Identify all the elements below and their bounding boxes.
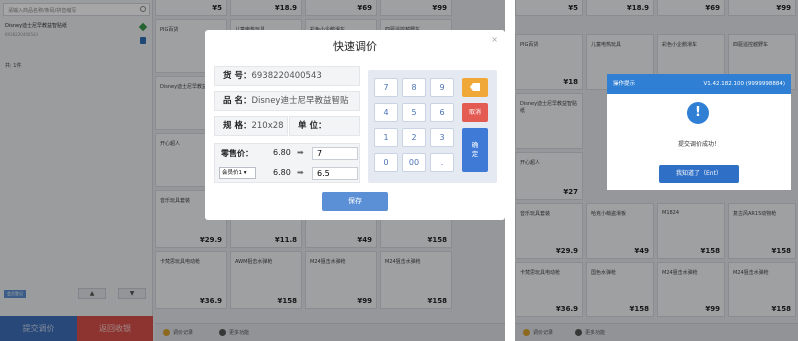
save-button[interactable]: 保存 xyxy=(322,192,388,211)
barcode-field: 货 号：6938220400543 xyxy=(214,66,360,86)
key-4[interactable]: 4 xyxy=(374,103,398,122)
member-price-select[interactable]: 会员价1 ▾ xyxy=(219,167,256,179)
barcode-value: 6938220400543 xyxy=(251,71,322,81)
info-icon: ! xyxy=(687,102,709,124)
spec-label: 规 格： xyxy=(223,121,252,131)
acknowledge-button[interactable]: 我知道了（Ent） xyxy=(659,165,739,183)
retail-label: 零售价： xyxy=(221,149,253,158)
close-icon[interactable]: × xyxy=(491,35,498,44)
price-edit-box: 零售价： 6.80 ➡ 7 会员价1 ▾ 6.80 ➡ 6.5 xyxy=(214,143,360,183)
dialog-title: 快速调价 xyxy=(333,40,377,53)
key-2[interactable]: 2 xyxy=(402,128,426,147)
dialog-title: 操作提示 xyxy=(613,81,636,87)
quick-price-dialog: 快速调价 × 货 号：6938220400543 品 名：Disney迪士尼早教… xyxy=(205,30,505,220)
retail-new-price-input[interactable]: 7 xyxy=(312,147,358,160)
backspace-icon[interactable] xyxy=(462,78,488,97)
operation-tip-dialog: 操作提示 V1.42.182.100 (9999998884) ! 提交调价成功… xyxy=(607,74,791,190)
member-old-price: 6.80 xyxy=(273,168,291,177)
key-7[interactable]: 7 xyxy=(374,78,398,97)
key-9[interactable]: 9 xyxy=(430,78,454,97)
barcode-label: 货 号： xyxy=(223,71,252,81)
key-5[interactable]: 5 xyxy=(402,103,426,122)
key-1[interactable]: 1 xyxy=(374,128,398,147)
numeric-keypad: 7 8 9 4 5 6 取消 1 2 3 确 定 0 00 . xyxy=(368,70,497,183)
success-message: 提交调价成功！ xyxy=(677,141,720,148)
confirm-key[interactable]: 确 定 xyxy=(462,128,488,172)
unit-label: 单 位： xyxy=(298,121,327,131)
member-new-price-input[interactable]: 6.5 xyxy=(312,167,358,180)
unit-field: 单 位： xyxy=(289,116,360,136)
name-label: 品 名： xyxy=(223,96,252,106)
arrow-right-icon: ➡ xyxy=(297,148,304,157)
key-3[interactable]: 3 xyxy=(430,128,454,147)
key-0[interactable]: 0 xyxy=(374,153,398,172)
cancel-key[interactable]: 取消 xyxy=(462,103,488,122)
key-6[interactable]: 6 xyxy=(430,103,454,122)
arrow-right-icon: ➡ xyxy=(297,168,304,177)
version-text: V1.42.182.100 (9999998884) xyxy=(703,81,785,87)
key-8[interactable]: 8 xyxy=(402,78,426,97)
spec-field: 规 格：210x28 xyxy=(214,116,288,136)
retail-old-price: 6.80 xyxy=(273,148,291,157)
key-dot[interactable]: . xyxy=(430,153,454,172)
name-value: Disney迪士尼早教益智贴 xyxy=(251,96,349,106)
key-00[interactable]: 00 xyxy=(402,153,426,172)
spec-value: 210x28 xyxy=(251,121,284,131)
dialog-header: 操作提示 V1.42.182.100 (9999998884) xyxy=(607,74,791,94)
name-field: 品 名：Disney迪士尼早教益智贴 xyxy=(214,91,360,111)
